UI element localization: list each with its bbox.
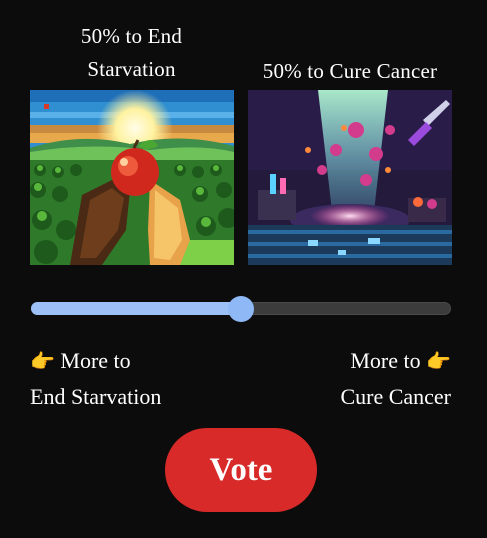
- right-choice-line-1: More to: [350, 348, 421, 373]
- vote-button[interactable]: Vote: [165, 428, 317, 512]
- more-to-starvation-label: 👉 More to End Starvation: [30, 343, 230, 414]
- starvation-image: [30, 90, 234, 265]
- left-choice-line-2: End Starvation: [30, 384, 162, 409]
- pointing-right-hand-icon: 👉: [30, 349, 55, 373]
- slider-thumb[interactable]: [228, 296, 254, 322]
- slider-fill: [31, 302, 241, 315]
- left-choice-line-1: More to: [60, 348, 131, 373]
- left-option-caption: 50% to End Starvation: [30, 20, 233, 86]
- allocation-slider[interactable]: [31, 296, 451, 322]
- pointing-left-hand-icon: 👉: [426, 349, 451, 373]
- more-to-cancer-label: More to 👉 Cure Cancer: [251, 343, 451, 414]
- right-option-caption: 50% to Cure Cancer: [262, 59, 438, 83]
- left-caption-line-1: 50% to End: [80, 24, 183, 48]
- right-choice-line-2: Cure Cancer: [340, 384, 451, 409]
- cancer-research-image: [248, 90, 452, 265]
- left-caption-line-2: Starvation: [87, 57, 176, 81]
